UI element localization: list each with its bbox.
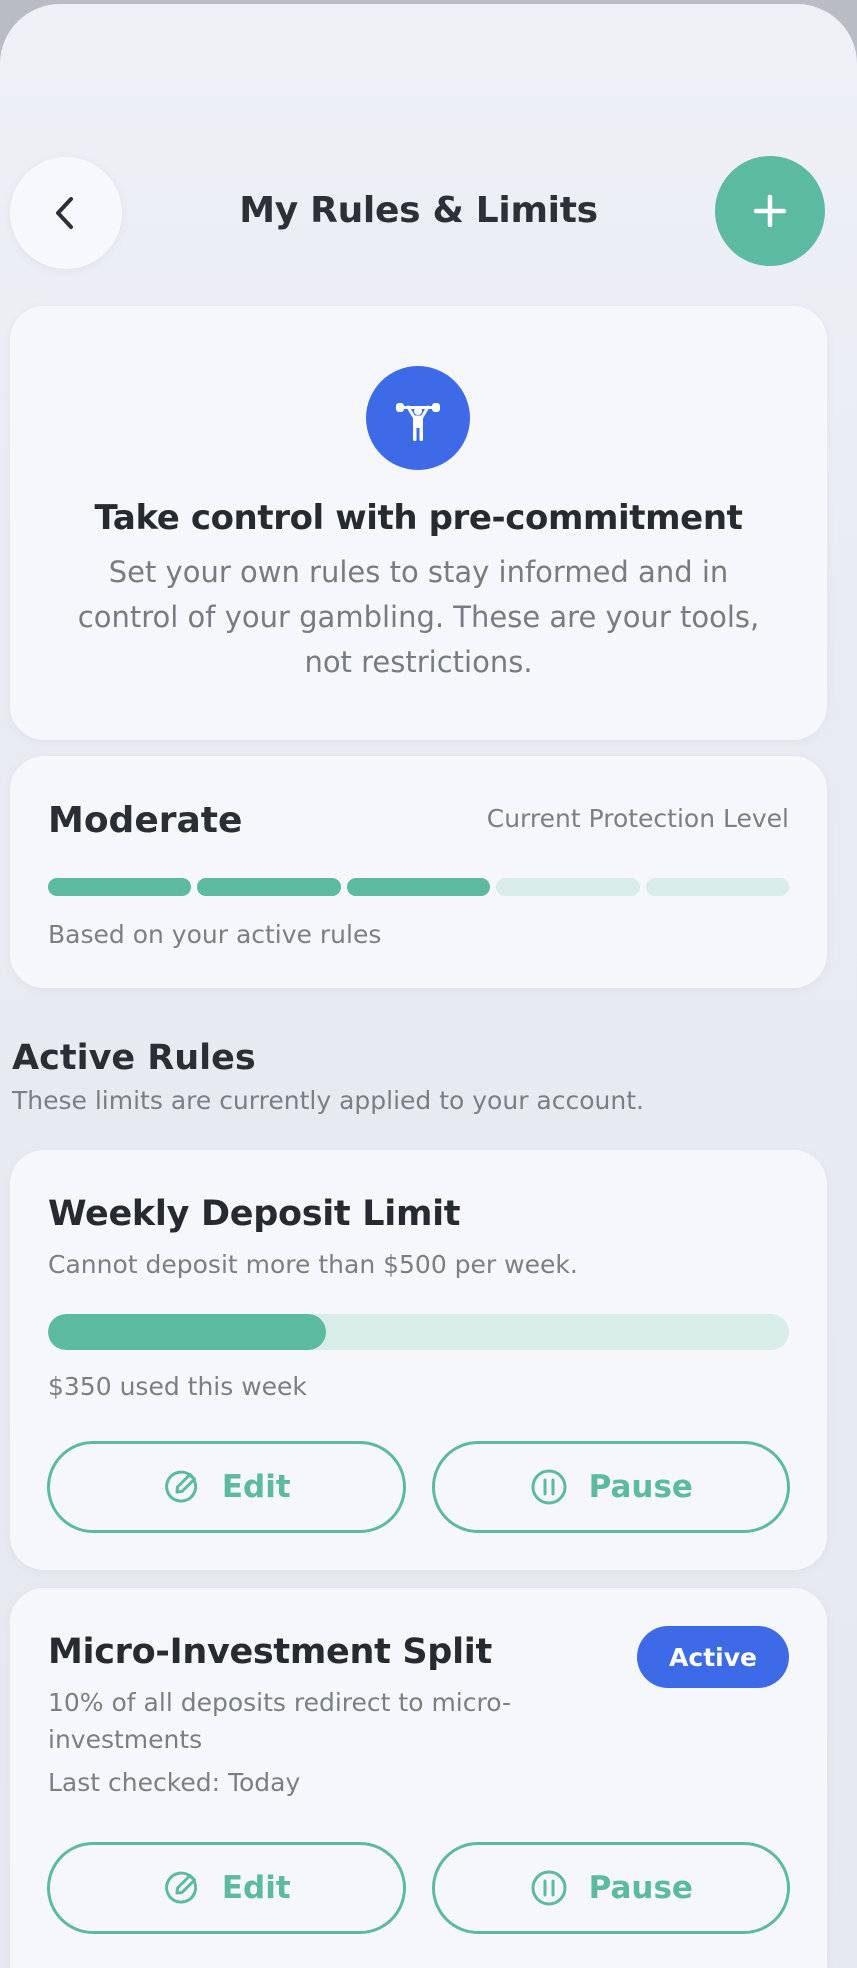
weightlifter-icon [366, 366, 470, 470]
rule-card-weekly-deposit: Weekly Deposit Limit Cannot deposit more… [10, 1150, 827, 1570]
deposit-usage-bar [48, 1314, 789, 1350]
deposit-usage-fill [48, 1314, 326, 1350]
header: My Rules & Limits [0, 154, 857, 269]
edit-button-label: Edit [221, 1870, 291, 1906]
intro-description: Set your own rules to stay informed and … [77, 555, 760, 679]
intro-title: Take control with pre-commitment [94, 498, 743, 538]
protection-level-value: Moderate [48, 800, 243, 841]
chevron-left-icon [56, 197, 73, 229]
status-badge: Active [637, 1626, 789, 1688]
protection-level-card: Moderate Current Protection Level Based … [10, 756, 827, 988]
protection-level-meter [48, 878, 790, 896]
pause-button[interactable]: Pause [431, 1441, 790, 1533]
pause-button-label: Pause [588, 1469, 693, 1505]
protection-level-note: Based on your active rules [48, 920, 382, 949]
edit-button-label: Edit [221, 1469, 291, 1505]
protection-level-segment [48, 878, 192, 896]
page-title: My Rules & Limits [239, 190, 598, 231]
rule-title: Weekly Deposit Limit [48, 1194, 461, 1234]
protection-level-segment [197, 878, 341, 896]
rule-description: Cannot deposit more than $500 per week. [48, 1250, 578, 1279]
edit-icon [165, 1871, 197, 1904]
deposit-usage-caption: $350 used this week [48, 1372, 307, 1401]
protection-level-segment [496, 878, 640, 896]
edit-button[interactable]: Edit [47, 1441, 406, 1533]
intro-card: Take control with pre-commitment Set you… [10, 306, 827, 740]
pause-icon [531, 1870, 567, 1906]
plus-icon [753, 194, 787, 228]
rule-actions: Edit Pause [47, 1842, 790, 1934]
rule-last-checked: Last checked: Today [48, 1768, 301, 1797]
protection-level-label: Current Protection Level [486, 804, 789, 833]
protection-level-segment [346, 878, 491, 896]
app-screen: My Rules & Limits Take control with pre-… [0, 4, 857, 1968]
edit-button[interactable]: Edit [47, 1842, 406, 1934]
section-subtitle-active-rules: These limits are currently applied to yo… [12, 1086, 644, 1115]
add-rule-button[interactable] [715, 156, 825, 266]
rule-actions: Edit Pause [47, 1441, 790, 1533]
rule-title: Micro-Investment Split [48, 1632, 492, 1672]
rule-description: 10% of all deposits redirect to micro-in… [48, 1688, 512, 1754]
section-title-active-rules: Active Rules [12, 1038, 256, 1078]
back-button[interactable] [10, 157, 122, 269]
pause-button[interactable]: Pause [431, 1842, 790, 1934]
pause-icon [531, 1469, 567, 1505]
pause-button-label: Pause [588, 1870, 693, 1906]
edit-icon [165, 1470, 197, 1503]
protection-level-segment [645, 878, 790, 896]
rule-card-micro-investment: Micro-Investment Split Active 10% of all… [10, 1588, 827, 1968]
